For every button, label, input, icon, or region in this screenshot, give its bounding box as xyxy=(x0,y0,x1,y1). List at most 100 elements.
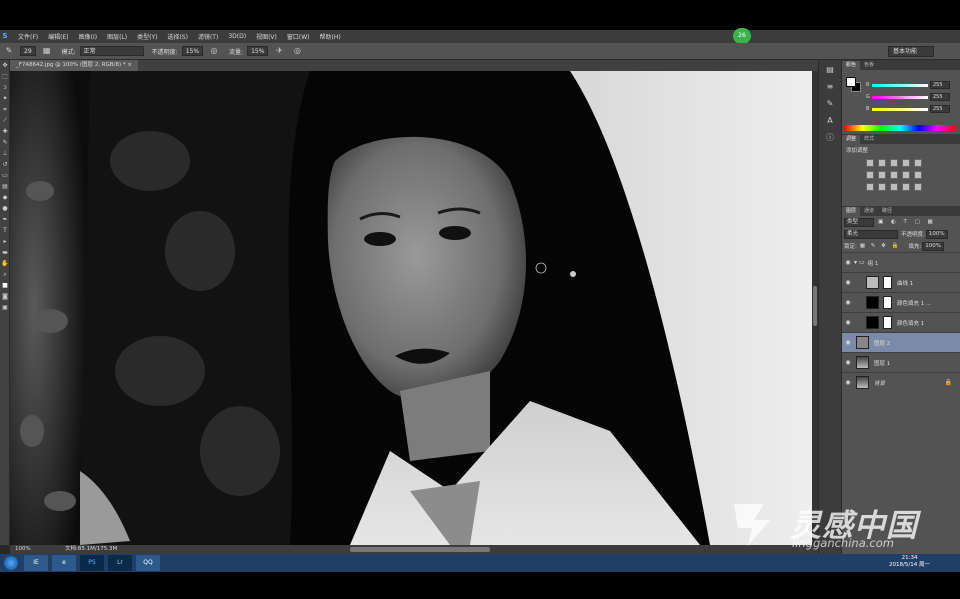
blur-tool-icon[interactable]: ◆ xyxy=(0,192,10,203)
move-tool-icon[interactable]: ✥ xyxy=(0,60,10,71)
info-panel-icon[interactable]: ⓘ xyxy=(819,131,841,145)
brush-preset-icon[interactable]: ✎ xyxy=(819,97,841,111)
layer-mask-thumbnail[interactable] xyxy=(883,276,892,289)
color-balance-icon[interactable] xyxy=(878,171,886,179)
folder-icon[interactable]: ▾ ▭ xyxy=(854,259,865,266)
visibility-eye-icon[interactable]: ◉ xyxy=(842,279,854,286)
menu-filter[interactable]: 滤镜(T) xyxy=(193,32,223,41)
curves-icon[interactable] xyxy=(890,159,898,167)
document-size[interactable]: 文档:85.1M/175.3M xyxy=(65,545,117,554)
threshold-icon[interactable] xyxy=(890,183,898,191)
invert-icon[interactable] xyxy=(866,183,874,191)
gradient-tool-icon[interactable]: ▤ xyxy=(0,181,10,192)
menu-select[interactable]: 选择(S) xyxy=(162,32,193,41)
zoom-level[interactable]: 100% xyxy=(15,545,31,554)
hand-tool-icon[interactable]: ✋ xyxy=(0,258,10,269)
menu-view[interactable]: 视图(V) xyxy=(251,32,282,41)
layer-fill-1[interactable]: ◉ 颜色填充 1 xyxy=(842,312,960,332)
vertical-scroll-thumb[interactable] xyxy=(813,286,817,326)
slider-b-track[interactable] xyxy=(872,108,928,111)
slider-g-track[interactable] xyxy=(872,96,928,99)
brightness-icon[interactable] xyxy=(866,159,874,167)
vibrance-icon[interactable] xyxy=(914,159,922,167)
layer-thumbnail[interactable] xyxy=(856,376,869,389)
brush-panel-icon[interactable]: ▦ xyxy=(41,45,53,57)
selective-color-icon[interactable] xyxy=(914,183,922,191)
brush-tool-icon-side[interactable]: ✎ xyxy=(0,137,10,148)
black-white-icon[interactable] xyxy=(890,171,898,179)
slider-b[interactable]: B 255 xyxy=(866,105,956,114)
layer-mask-thumbnail[interactable] xyxy=(883,296,892,309)
type-tool-icon[interactable]: T xyxy=(0,225,10,236)
start-button-icon[interactable] xyxy=(4,556,18,570)
menu-edit[interactable]: 编辑(E) xyxy=(43,32,73,41)
filter-icons[interactable]: ▣ ◐ T ▢ ▦ xyxy=(878,219,936,225)
fill-thumbnail[interactable] xyxy=(866,296,879,309)
menu-help[interactable]: 帮助(H) xyxy=(315,32,346,41)
healing-tool-icon[interactable]: ✚ xyxy=(0,126,10,137)
path-select-icon[interactable]: ▸ xyxy=(0,236,10,247)
taskbar-browser[interactable]: e xyxy=(52,555,76,571)
foreground-color-swatch[interactable] xyxy=(846,77,856,87)
visibility-eye-icon[interactable]: ◉ xyxy=(842,299,854,306)
quick-select-tool-icon[interactable]: ✦ xyxy=(0,93,10,104)
menu-type[interactable]: 类型(Y) xyxy=(132,32,162,41)
blend-mode-select[interactable]: 柔光 xyxy=(844,229,898,239)
channel-g-value[interactable]: 255 xyxy=(930,93,950,101)
fill-thumbnail[interactable] xyxy=(866,316,879,329)
eraser-tool-icon[interactable]: ▭ xyxy=(0,170,10,181)
layer-fill-1-copy[interactable]: ◉ 颜色填充 1 ... xyxy=(842,292,960,312)
horizontal-scroll-thumb[interactable] xyxy=(350,547,490,552)
screen-mode-icon[interactable]: ▣ xyxy=(0,302,10,313)
taskbar-ie[interactable]: IE xyxy=(24,555,48,571)
menu-layer[interactable]: 图层(L) xyxy=(102,32,132,41)
pressure-size-icon[interactable]: ◎ xyxy=(291,45,303,57)
layer-thumbnail[interactable] xyxy=(856,356,869,369)
visibility-eye-icon[interactable]: ◉ xyxy=(842,379,854,386)
photo-canvas[interactable] xyxy=(10,71,812,545)
character-panel-icon[interactable]: A xyxy=(819,114,841,128)
layer-group-1[interactable]: ◉ ▾ ▭ 组 1 xyxy=(842,252,960,272)
brush-size-picker[interactable]: 29 xyxy=(20,46,36,56)
menu-image[interactable]: 图像(I) xyxy=(74,32,102,41)
tab-paths[interactable]: 路径 xyxy=(878,207,896,216)
flow-input[interactable]: 15% xyxy=(247,46,269,56)
photo-filter-icon[interactable] xyxy=(902,171,910,179)
eyedropper-tool-icon[interactable]: ⁄ xyxy=(0,115,10,126)
exposure-icon[interactable] xyxy=(902,159,910,167)
tab-layers[interactable]: 图层 xyxy=(842,207,861,216)
layer-thumbnail[interactable] xyxy=(856,336,869,349)
visibility-eye-icon[interactable]: ◉ xyxy=(842,319,854,326)
color-spectrum[interactable] xyxy=(844,125,956,131)
mode-select[interactable]: 正常 xyxy=(79,46,144,56)
history-panel-icon[interactable]: ▤ xyxy=(819,63,841,77)
pressure-opacity-icon[interactable]: ◎ xyxy=(208,45,220,57)
visibility-eye-icon[interactable]: ◉ xyxy=(842,339,854,346)
notification-badge[interactable]: 26 xyxy=(733,28,751,44)
menu-3d[interactable]: 3D(D) xyxy=(223,33,251,40)
tab-adjustments[interactable]: 调整 xyxy=(842,135,861,144)
slider-g[interactable]: G 255 xyxy=(866,93,956,102)
crop-tool-icon[interactable]: ⌗ xyxy=(0,104,10,115)
layer-background[interactable]: ◉ 背景 🔒 xyxy=(842,372,960,392)
levels-icon[interactable] xyxy=(878,159,886,167)
menu-window[interactable]: 窗口(W) xyxy=(282,32,315,41)
menu-file[interactable]: 文件(F) xyxy=(13,32,43,41)
layer-filter-select[interactable]: 类型 xyxy=(844,217,874,227)
lasso-tool-icon[interactable]: ↄ xyxy=(0,82,10,93)
visibility-eye-icon[interactable]: ◉ xyxy=(842,359,854,366)
tab-swatches[interactable]: 色板 xyxy=(860,61,878,70)
quick-mask-icon[interactable]: ◙ xyxy=(0,291,10,302)
layer-opacity-input[interactable]: 100% xyxy=(925,229,948,239)
lock-icons[interactable]: ▦ ✎ ✥ 🔒 xyxy=(860,243,901,249)
airbrush-icon[interactable]: ✈ xyxy=(273,45,285,57)
layer-curves-1[interactable]: ◉ 曲线 1 xyxy=(842,272,960,292)
curves-adjustment-icon[interactable] xyxy=(866,276,879,289)
stamp-tool-icon[interactable]: ⊥ xyxy=(0,148,10,159)
workspace-select[interactable]: 基本功能 xyxy=(888,46,934,57)
fill-input[interactable]: 100% xyxy=(922,241,944,251)
visibility-eye-icon[interactable]: ◉ xyxy=(842,259,854,266)
taskbar-lightroom[interactable]: Lr xyxy=(108,555,132,571)
posterize-icon[interactable] xyxy=(878,183,886,191)
system-clock[interactable]: 21:34 2018/5/14 周一 xyxy=(889,555,930,569)
